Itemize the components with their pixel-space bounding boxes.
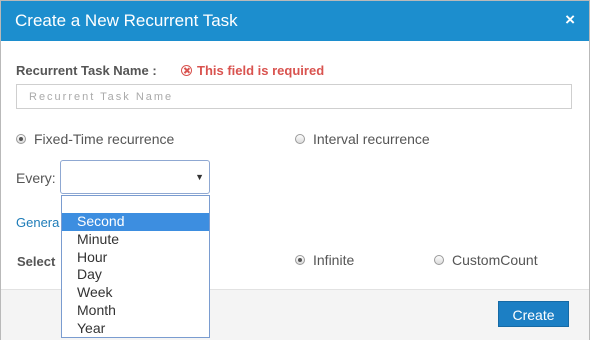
infinite-option[interactable]: Infinite bbox=[295, 252, 354, 268]
interval-radio[interactable] bbox=[295, 134, 305, 144]
required-error: This field is required bbox=[181, 63, 324, 78]
infinite-label: Infinite bbox=[313, 252, 355, 268]
dropdown-option[interactable]: Second bbox=[62, 213, 209, 231]
recurrent-task-dialog: Create a New Recurrent Task × Recurrent … bbox=[0, 0, 590, 340]
dropdown-option[interactable]: Month bbox=[62, 302, 209, 320]
error-circle-icon bbox=[181, 65, 192, 76]
dialog-title: Create a New Recurrent Task bbox=[15, 11, 238, 30]
select-count-label: Select bbox=[17, 254, 56, 269]
every-dropdown-list: Second Minute Hour Day Week Month Year bbox=[61, 195, 210, 338]
create-button[interactable]: Create bbox=[498, 301, 569, 327]
close-icon[interactable]: × bbox=[565, 10, 575, 30]
custom-count-option[interactable]: CustomCount bbox=[434, 252, 538, 268]
interval-recurrence-option[interactable]: Interval recurrence bbox=[295, 131, 430, 147]
infinite-radio[interactable] bbox=[295, 255, 305, 265]
general-link[interactable]: Genera bbox=[16, 215, 59, 230]
fixed-time-label: Fixed-Time recurrence bbox=[34, 131, 175, 147]
dropdown-option[interactable]: Minute bbox=[62, 231, 209, 249]
dropdown-option[interactable]: Hour bbox=[62, 249, 209, 267]
task-name-label: Recurrent Task Name : bbox=[16, 63, 157, 78]
every-select[interactable]: ▼ bbox=[60, 160, 210, 194]
dropdown-option[interactable]: Year bbox=[62, 320, 209, 338]
chevron-down-icon: ▼ bbox=[195, 172, 204, 182]
task-name-input[interactable] bbox=[16, 84, 572, 109]
every-label: Every: bbox=[16, 170, 56, 186]
custom-count-radio[interactable] bbox=[434, 255, 444, 265]
dialog-title-bar: Create a New Recurrent Task × bbox=[1, 1, 589, 41]
custom-count-label: CustomCount bbox=[452, 252, 538, 268]
fixed-time-recurrence-option[interactable]: Fixed-Time recurrence bbox=[16, 131, 174, 147]
required-error-text: This field is required bbox=[197, 63, 325, 78]
dropdown-option[interactable]: Day bbox=[62, 266, 209, 284]
fixed-time-radio[interactable] bbox=[16, 134, 26, 144]
dropdown-option[interactable]: Week bbox=[62, 284, 209, 302]
interval-label: Interval recurrence bbox=[313, 131, 430, 147]
